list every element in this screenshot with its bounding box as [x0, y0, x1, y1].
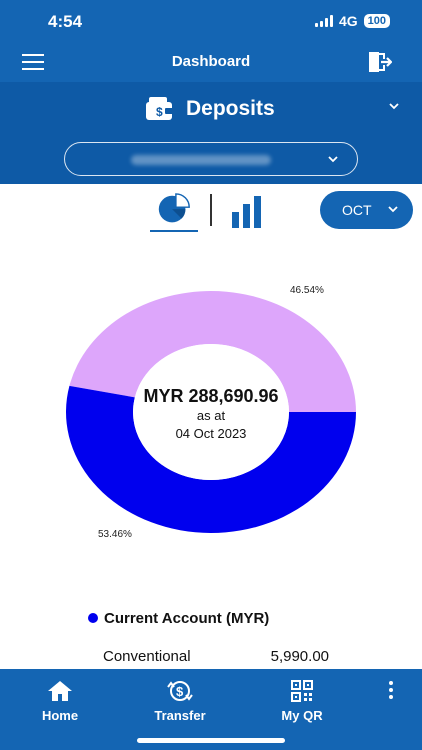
- chart-legend: Current Account (MYR): [88, 608, 269, 628]
- svg-text:$: $: [176, 684, 184, 699]
- detail-name: Conventional: [103, 648, 191, 665]
- page-title: Dashboard: [171, 53, 251, 70]
- signal-icon: [314, 15, 333, 27]
- nav-label: Transfer: [154, 708, 206, 723]
- nav-transfer[interactable]: $ Transfer: [148, 679, 212, 725]
- deposits-chart: 46.54% 53.46% MYR 288,690.96 as at 04 Oc…: [0, 270, 422, 550]
- home-indicator: [137, 738, 285, 743]
- slice-label: 53.46%: [98, 529, 132, 540]
- battery-icon: 100: [363, 14, 390, 28]
- as-at-label: as at: [196, 408, 226, 423]
- deposits-title: Deposits: [186, 97, 275, 120]
- wallet-icon: $: [146, 97, 173, 120]
- status-bar: 4:54 4G 100: [0, 0, 422, 44]
- as-at-date: 04 Oct 2023: [175, 426, 247, 441]
- transfer-icon: $: [167, 681, 193, 701]
- pie-chart-icon[interactable]: [150, 192, 198, 232]
- more-icon[interactable]: [386, 681, 396, 703]
- deposits-section: $ Deposits: [0, 82, 422, 184]
- account-name-masked: [131, 155, 271, 165]
- bar-chart-icon[interactable]: [228, 196, 268, 228]
- view-divider: [210, 194, 212, 226]
- network-type: 4G: [338, 13, 358, 29]
- home-icon: [48, 681, 72, 701]
- nav-my-qr[interactable]: My QR: [276, 679, 328, 725]
- status-indicators: 4G 100: [314, 13, 390, 29]
- svg-text:$: $: [156, 105, 163, 119]
- legend-dot: [88, 613, 98, 623]
- account-select[interactable]: [64, 142, 358, 176]
- logout-icon[interactable]: [366, 50, 392, 74]
- app-header: Dashboard: [0, 44, 422, 82]
- chart-view-switch: [150, 192, 270, 236]
- legend-label: Current Account (MYR): [104, 609, 270, 627]
- status-time: 4:54: [48, 12, 83, 31]
- slice-label: 46.54%: [290, 285, 324, 296]
- total-amount: MYR 288,690.96: [143, 386, 279, 406]
- nav-label: Home: [41, 708, 79, 723]
- chevron-down-icon: [328, 156, 338, 163]
- nav-label: My QR: [281, 708, 323, 723]
- detail-value: 5,990.00: [270, 648, 329, 665]
- qr-icon: [291, 680, 313, 702]
- chevron-down-icon[interactable]: [388, 100, 400, 112]
- chevron-down-icon: [388, 206, 398, 213]
- month-select[interactable]: OCT: [320, 191, 413, 229]
- nav-home[interactable]: Home: [38, 679, 82, 725]
- month-label: OCT: [342, 202, 372, 218]
